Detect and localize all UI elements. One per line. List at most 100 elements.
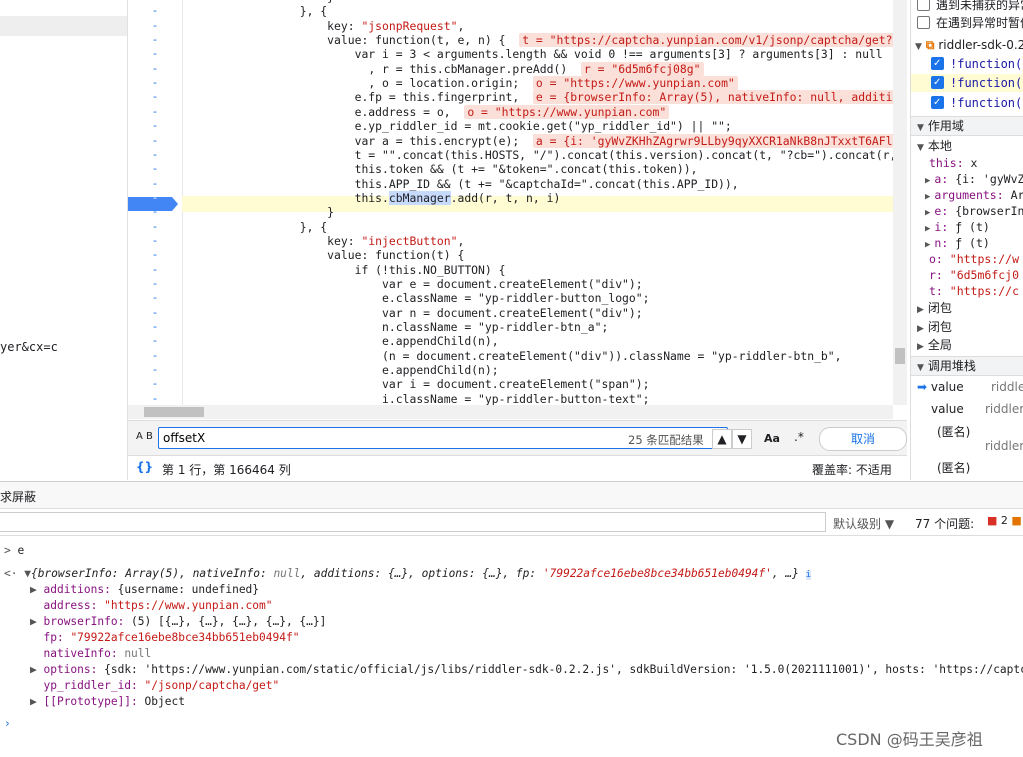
console-tab-label[interactable]: 求屏蔽 <box>0 488 36 505</box>
breakpoint-checkbox[interactable] <box>931 74 944 92</box>
line-number-marker[interactable]: - <box>128 220 182 234</box>
line-number-marker[interactable]: - <box>128 19 182 33</box>
code-line: , o = location.origin; o = "https://www.… <box>190 76 738 90</box>
code-line: e.className = "yp-riddler-button_logo"; <box>382 291 650 305</box>
pause-uncaught-checkbox[interactable] <box>917 0 930 11</box>
closure-scope[interactable]: ▶ 闭包 <box>917 299 952 317</box>
code-line: e.yp_riddler_id = mt.cookie.get("yp_ridd… <box>354 119 732 133</box>
inline-value: e = {browserInfo: Array(5), nativeInfo: … <box>532 90 893 104</box>
editor-status-bar: {} 第 1 行，第 166464 列 覆盖率: 不适用 <box>128 455 907 480</box>
match-case-button[interactable]: Aa <box>764 432 780 445</box>
inline-value: a = {i: 'gyWvZKHhZAgrwr9LLby9qyXXCR1aNkB… <box>532 134 893 148</box>
line-number-marker[interactable]: - <box>128 119 182 133</box>
line-number-marker[interactable]: - <box>128 248 182 262</box>
line-number-marker[interactable]: - <box>128 105 182 119</box>
console-filter-input[interactable] <box>0 512 826 532</box>
line-gutter[interactable]: ----------------------------- <box>128 0 183 405</box>
expand-triangle-icon: ▶ <box>917 305 924 315</box>
cancel-button[interactable]: 取消 <box>819 427 907 451</box>
line-number-marker[interactable]: - <box>128 4 182 18</box>
pretty-print-icon[interactable]: {} <box>136 460 153 474</box>
console-property[interactable]: ▶ additions: {username: undefined} <box>30 582 259 598</box>
line-number-marker[interactable]: - <box>128 349 182 363</box>
line-number-marker[interactable]: - <box>128 334 182 348</box>
current-frame-arrow-icon: ➡ <box>917 380 928 394</box>
log-level-dropdown[interactable]: 默认级别 ▼ <box>833 515 894 532</box>
line-number-marker[interactable]: - <box>128 62 182 76</box>
callstack-section-header[interactable]: ▼ 调用堆栈 <box>911 356 1023 376</box>
prev-match-button[interactable]: ▲ <box>712 429 732 449</box>
global-scope[interactable]: ▶ 全局 <box>917 336 952 354</box>
console-output-summary[interactable]: <· ▼{browserInfo: Array(5), nativeInfo: … <box>4 566 812 582</box>
console-property[interactable]: ▶ options: {sdk: 'https://www.yunpian.co… <box>30 662 1023 678</box>
line-number-marker[interactable]: - <box>128 234 182 248</box>
line-number-marker[interactable]: - <box>128 277 182 291</box>
console-property: address: "https://www.yunpian.com" <box>43 599 273 612</box>
line-number-marker[interactable]: - <box>128 134 182 148</box>
coverage-status: 覆盖率: 不适用 <box>812 463 892 477</box>
breakpoint-checkbox[interactable] <box>931 55 944 73</box>
line-number-marker[interactable]: - <box>128 90 182 104</box>
code-line: if (!this.NO_BUTTON) { <box>354 263 506 277</box>
watermark: CSDN @码王吴彦祖 <box>836 730 983 749</box>
collapse-triangle-icon[interactable]: ▼ <box>915 42 922 52</box>
issues-badge[interactable]: ■ 2 ■ <box>987 514 1022 527</box>
expand-triangle-icon: ▶ <box>917 324 924 334</box>
closure-scope[interactable]: ▶ 闭包 <box>917 318 952 336</box>
line-number-marker[interactable]: - <box>128 377 182 391</box>
code-line: , r = this.cbManager.preAdd() r = "6d5m6… <box>190 62 704 76</box>
line-number-marker[interactable]: - <box>128 33 182 47</box>
console-property[interactable]: ▶ [[Prototype]]: Object <box>30 694 185 710</box>
code-line: var e = document.createElement("div"); <box>382 277 643 291</box>
console-property[interactable]: ▶ browserInfo: (5) [{…}, {…}, {…}, {…}, … <box>30 614 326 630</box>
line-number-marker[interactable]: - <box>128 363 182 377</box>
breakpoint-item[interactable]: !function(n <box>931 55 1023 73</box>
console-property: yp_riddler_id: "/jsonp/captcha/get" <box>43 679 280 692</box>
navigator-selected-row[interactable] <box>0 16 127 36</box>
selected-token: cbManager <box>388 191 451 205</box>
code-line: e.appendChild(n); <box>382 363 499 377</box>
breakpoint-item-active[interactable]: !function(n <box>911 74 1023 92</box>
breakpoint-file-header[interactable]: ▼⧉ riddler-sdk-0.2.2.js <box>915 36 1023 54</box>
file-icon: ⧉ <box>925 38 935 52</box>
code-line: this.cbManager.add(r, t, n, i) <box>354 191 561 205</box>
console-prompt[interactable]: › <box>4 716 11 732</box>
line-number-marker[interactable]: - <box>128 148 182 162</box>
line-number-marker[interactable]: - <box>128 263 182 277</box>
inline-value: o = "https://www.yunpian.com" <box>464 105 670 119</box>
scope-section-header[interactable]: ▼ 作用域 <box>911 116 1023 136</box>
editor-horizontal-scrollbar[interactable] <box>128 405 893 419</box>
editor-vertical-scrollbar[interactable] <box>893 0 907 405</box>
line-number-marker[interactable]: - <box>128 291 182 305</box>
replace-toggle-icon[interactable]: A B <box>136 431 153 442</box>
next-match-button[interactable]: ▼ <box>732 429 752 449</box>
line-number-marker[interactable]: - <box>128 320 182 334</box>
line-number-marker[interactable]: - <box>128 392 182 405</box>
callstack-frame[interactable]: valueriddler- <box>931 400 1023 418</box>
callstack-frame[interactable]: (匿名) <box>937 459 970 477</box>
line-number-marker[interactable]: - <box>128 76 182 90</box>
issues-label[interactable]: 77 个问题: <box>915 515 974 532</box>
scope-variable[interactable]: t: "https://c <box>925 282 1019 300</box>
line-number-marker[interactable]: - <box>128 47 182 61</box>
line-number-marker[interactable]: - <box>128 162 182 176</box>
regex-button[interactable]: .* <box>794 430 804 444</box>
inline-value: r = "6d5m6fcj08g" <box>580 62 704 76</box>
line-number-marker[interactable]: - <box>128 191 182 205</box>
callstack-frame[interactable]: (匿名) <box>937 423 970 441</box>
line-number-marker[interactable]: - <box>128 177 182 191</box>
callstack-frame-file: riddler- <box>985 439 1023 453</box>
source-editor[interactable]: ----------------------------- } }, { key… <box>128 0 893 405</box>
pause-uncaught-option[interactable]: 遇到未捕获的异常 <box>917 0 1023 14</box>
pause-exception-option[interactable]: 在遇到异常时暂停 <box>917 14 1023 32</box>
line-number-marker[interactable]: - <box>128 306 182 320</box>
local-scope-header[interactable]: ▼ 本地 <box>917 137 952 155</box>
info-icon[interactable]: i <box>805 570 812 580</box>
breakpoint-item[interactable]: !function(n <box>931 94 1023 112</box>
pause-exception-checkbox[interactable] <box>917 16 930 29</box>
code-line: var n = document.createElement("div"); <box>382 306 643 320</box>
breakpoint-checkbox[interactable] <box>931 94 944 112</box>
collapse-triangle-icon: ▼ <box>917 363 924 373</box>
console-panel: 求屏蔽 默认级别 ▼ 77 个问题: ■ 2 ■ > e <· ▼{browse… <box>0 481 1023 757</box>
callstack-frame-active[interactable]: ➡ valueriddler- <box>917 378 1023 396</box>
